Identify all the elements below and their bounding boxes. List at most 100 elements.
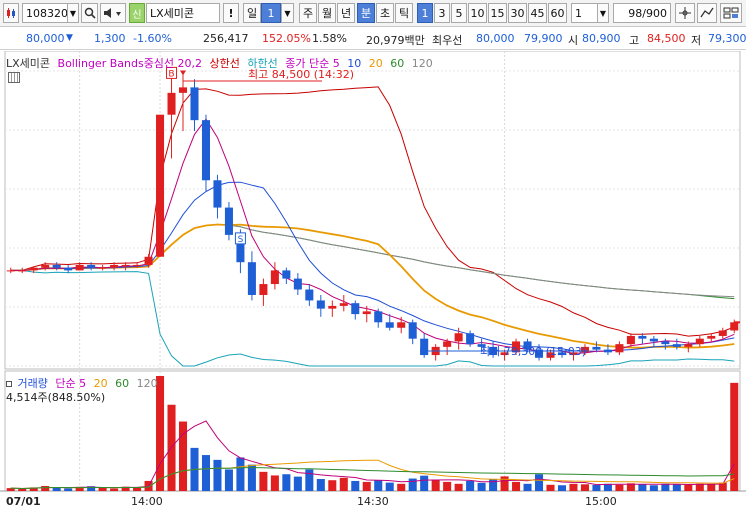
volume-bar — [454, 483, 463, 491]
volume-bar — [156, 376, 165, 491]
period-week-button[interactable]: 주 — [299, 3, 317, 23]
period-day-button[interactable]: 일 — [243, 3, 261, 23]
stock-chart[interactable]: BS — [0, 50, 746, 511]
candle-body — [351, 303, 360, 315]
volume-bar — [535, 474, 544, 491]
period-dropdown-button[interactable]: ▼ — [281, 3, 294, 23]
period-second-button[interactable]: 초 — [376, 3, 394, 23]
candle-body — [730, 322, 739, 331]
interval-button-15[interactable]: 15 — [488, 3, 507, 23]
zoom-button[interactable] — [675, 3, 695, 23]
volume-bar — [316, 479, 325, 491]
code-dropdown-button[interactable]: ▼ — [67, 3, 79, 23]
volume-bar — [592, 485, 601, 491]
price-change-pct: -1.60% — [133, 32, 172, 45]
volume-ratio: 152.05% — [262, 32, 311, 45]
volume-bar — [500, 476, 509, 491]
volume-bar — [684, 484, 693, 491]
candle-body — [615, 344, 624, 353]
stock-code-input[interactable]: 108320 — [22, 3, 68, 23]
page-count-field[interactable]: 98/900 — [613, 3, 671, 23]
period-number[interactable]: 1 — [261, 3, 281, 23]
interval-button-5[interactable]: 5 — [451, 3, 467, 23]
volume-bar — [443, 481, 452, 491]
volume-bar — [489, 479, 498, 491]
chart-area[interactable]: BS LX세미콘 Bollinger Bands중심선 20,2 상한선 하한선… — [0, 50, 746, 511]
candle-body — [695, 338, 704, 345]
settings-button[interactable] — [720, 3, 742, 23]
trade-volume: 256,417 — [203, 32, 249, 45]
volume-bar — [477, 482, 486, 491]
volume-bar — [523, 483, 532, 491]
volume-bar — [569, 483, 578, 491]
best-bid-price: 79,900 — [524, 32, 563, 45]
interval-button-45[interactable]: 45 — [528, 3, 547, 23]
ma5-line — [10, 118, 735, 354]
volume-bar — [707, 484, 716, 491]
volume-bar — [236, 457, 245, 491]
candle-body — [144, 256, 153, 265]
interval-button-30[interactable]: 30 — [508, 3, 527, 23]
candle-body — [672, 344, 681, 347]
crosshair-icon — [679, 7, 691, 19]
best-quote-label: 최우선 — [432, 34, 463, 47]
bollinger-lower-line — [10, 269, 735, 367]
stock-name-field[interactable]: LX세미콘 — [146, 3, 220, 23]
interval-button-10[interactable]: 10 — [468, 3, 487, 23]
panel-menu-icon[interactable] — [8, 72, 20, 83]
grid-settings-icon — [723, 7, 739, 19]
volume-bar — [672, 484, 681, 491]
high-price: 84,500 — [647, 32, 686, 45]
candle-body — [649, 338, 658, 342]
volume-bar — [420, 475, 429, 491]
interval-dropdown-button[interactable]: ▼ — [597, 3, 609, 23]
volume-bar — [385, 482, 394, 491]
chart-type-button[interactable] — [3, 3, 19, 23]
candle-body — [270, 270, 279, 285]
quote-info-bar: 80,000 ▼ 1,300 -1.60% 256,417 152.05% 1.… — [0, 28, 746, 50]
candle-body — [52, 264, 61, 268]
candle-body — [259, 284, 268, 295]
period-month-button[interactable]: 월 — [318, 3, 336, 23]
candle-body — [316, 300, 325, 309]
interval-button-3[interactable]: 3 — [434, 3, 450, 23]
interval-button-60[interactable]: 60 — [548, 3, 567, 23]
interval-custom-input[interactable]: 1 — [571, 3, 598, 23]
alert-button[interactable]: ! — [223, 3, 239, 23]
candle-body — [121, 264, 130, 266]
period-tick-button[interactable]: 틱 — [395, 3, 413, 23]
drawing-tool-button[interactable] — [697, 3, 717, 23]
candle-body — [282, 270, 291, 279]
volume-bar — [557, 485, 567, 491]
toolbar: 108320 ▼ 신 LX세미콘 ! 일 1 ▼ 주 월 년 분 초 틱 135… — [0, 0, 746, 27]
period-minute-button[interactable]: 분 — [357, 3, 375, 23]
candle-body — [156, 114, 165, 257]
search-icon — [84, 7, 96, 19]
candle-body — [98, 267, 107, 269]
candle-body — [661, 341, 670, 345]
candle-body — [18, 270, 27, 272]
price-legend: LX세미콘 Bollinger Bands중심선 20,2 상한선 하한선 종가… — [6, 55, 433, 71]
period-year-button[interactable]: 년 — [337, 3, 355, 23]
volume-bar — [213, 459, 222, 491]
search-button[interactable] — [81, 3, 98, 23]
volume-bar — [201, 455, 210, 491]
candle-body — [213, 180, 222, 208]
candle-body — [41, 264, 50, 268]
candle-body — [339, 303, 348, 306]
candle-body — [443, 341, 452, 347]
candle-body — [592, 346, 601, 350]
volume-bar — [339, 477, 348, 491]
best-ask-price: 80,000 — [476, 32, 515, 45]
volume-bar — [466, 480, 475, 491]
sound-button[interactable] — [100, 3, 126, 23]
volume-bar — [374, 479, 383, 491]
volume-bar — [41, 485, 50, 491]
interval-button-1[interactable]: 1 — [417, 3, 433, 23]
volume-bar — [18, 488, 27, 491]
candle-body — [87, 264, 96, 268]
volume-bar — [615, 484, 624, 491]
candle-icon — [7, 8, 15, 18]
legend-ma120: 120 — [411, 57, 433, 70]
low-label: 저 — [691, 34, 702, 47]
